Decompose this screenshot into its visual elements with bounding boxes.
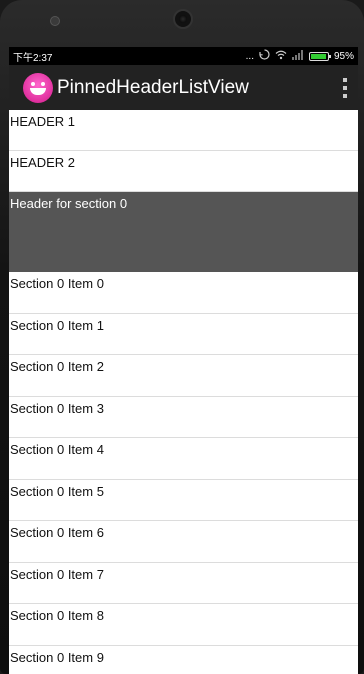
list-header-1[interactable]: HEADER 1 <box>9 110 358 151</box>
overflow-menu-icon[interactable] <box>340 76 350 100</box>
status-bar: 下午2:37 ... 95% <box>9 47 358 65</box>
list-item[interactable]: Section 0 Item 5 <box>9 480 358 521</box>
app-icon-eye <box>41 81 45 86</box>
app-icon-smile <box>30 87 46 95</box>
pinned-header-list[interactable]: HEADER 1 HEADER 2 Header for section 0 S… <box>9 110 358 674</box>
list-item[interactable]: Section 0 Item 1 <box>9 314 358 355</box>
screen: 下午2:37 ... 95% PinnedHeaderListView HEAD… <box>9 47 358 674</box>
more-notifications-icon: ... <box>245 50 254 62</box>
list-item[interactable]: Section 0 Item 4 <box>9 438 358 480</box>
status-time: 下午2:37 <box>13 52 53 64</box>
list-item[interactable]: Section 0 Item 8 <box>9 604 358 646</box>
list-item[interactable]: Section 0 Item 7 <box>9 563 358 604</box>
list-item[interactable]: Section 0 Item 0 <box>9 272 358 314</box>
battery-level <box>310 53 327 59</box>
phone-frame: 下午2:37 ... 95% PinnedHeaderListView HEAD… <box>0 0 364 674</box>
list-item[interactable]: Section 0 Item 2 <box>9 355 358 397</box>
sync-icon <box>259 49 270 63</box>
status-icons: ... 95% <box>246 49 354 63</box>
list-header-2[interactable]: HEADER 2 <box>9 151 358 192</box>
app-title: PinnedHeaderListView <box>57 76 249 98</box>
sensor-dot <box>50 16 60 26</box>
wifi-icon <box>275 50 287 63</box>
list-item[interactable]: Section 0 Item 6 <box>9 521 358 563</box>
battery-percent: 95% <box>333 50 354 62</box>
list-item[interactable]: Section 0 Item 9 <box>9 646 358 674</box>
signal-icon <box>291 49 304 63</box>
front-camera <box>173 9 193 29</box>
battery-icon <box>308 51 331 61</box>
app-icon-eye <box>31 81 35 86</box>
app-face-icon[interactable] <box>23 72 53 103</box>
action-bar: PinnedHeaderListView <box>9 65 358 110</box>
list-item[interactable]: Section 0 Item 3 <box>9 397 358 438</box>
section-header: Header for section 0 <box>9 192 358 272</box>
